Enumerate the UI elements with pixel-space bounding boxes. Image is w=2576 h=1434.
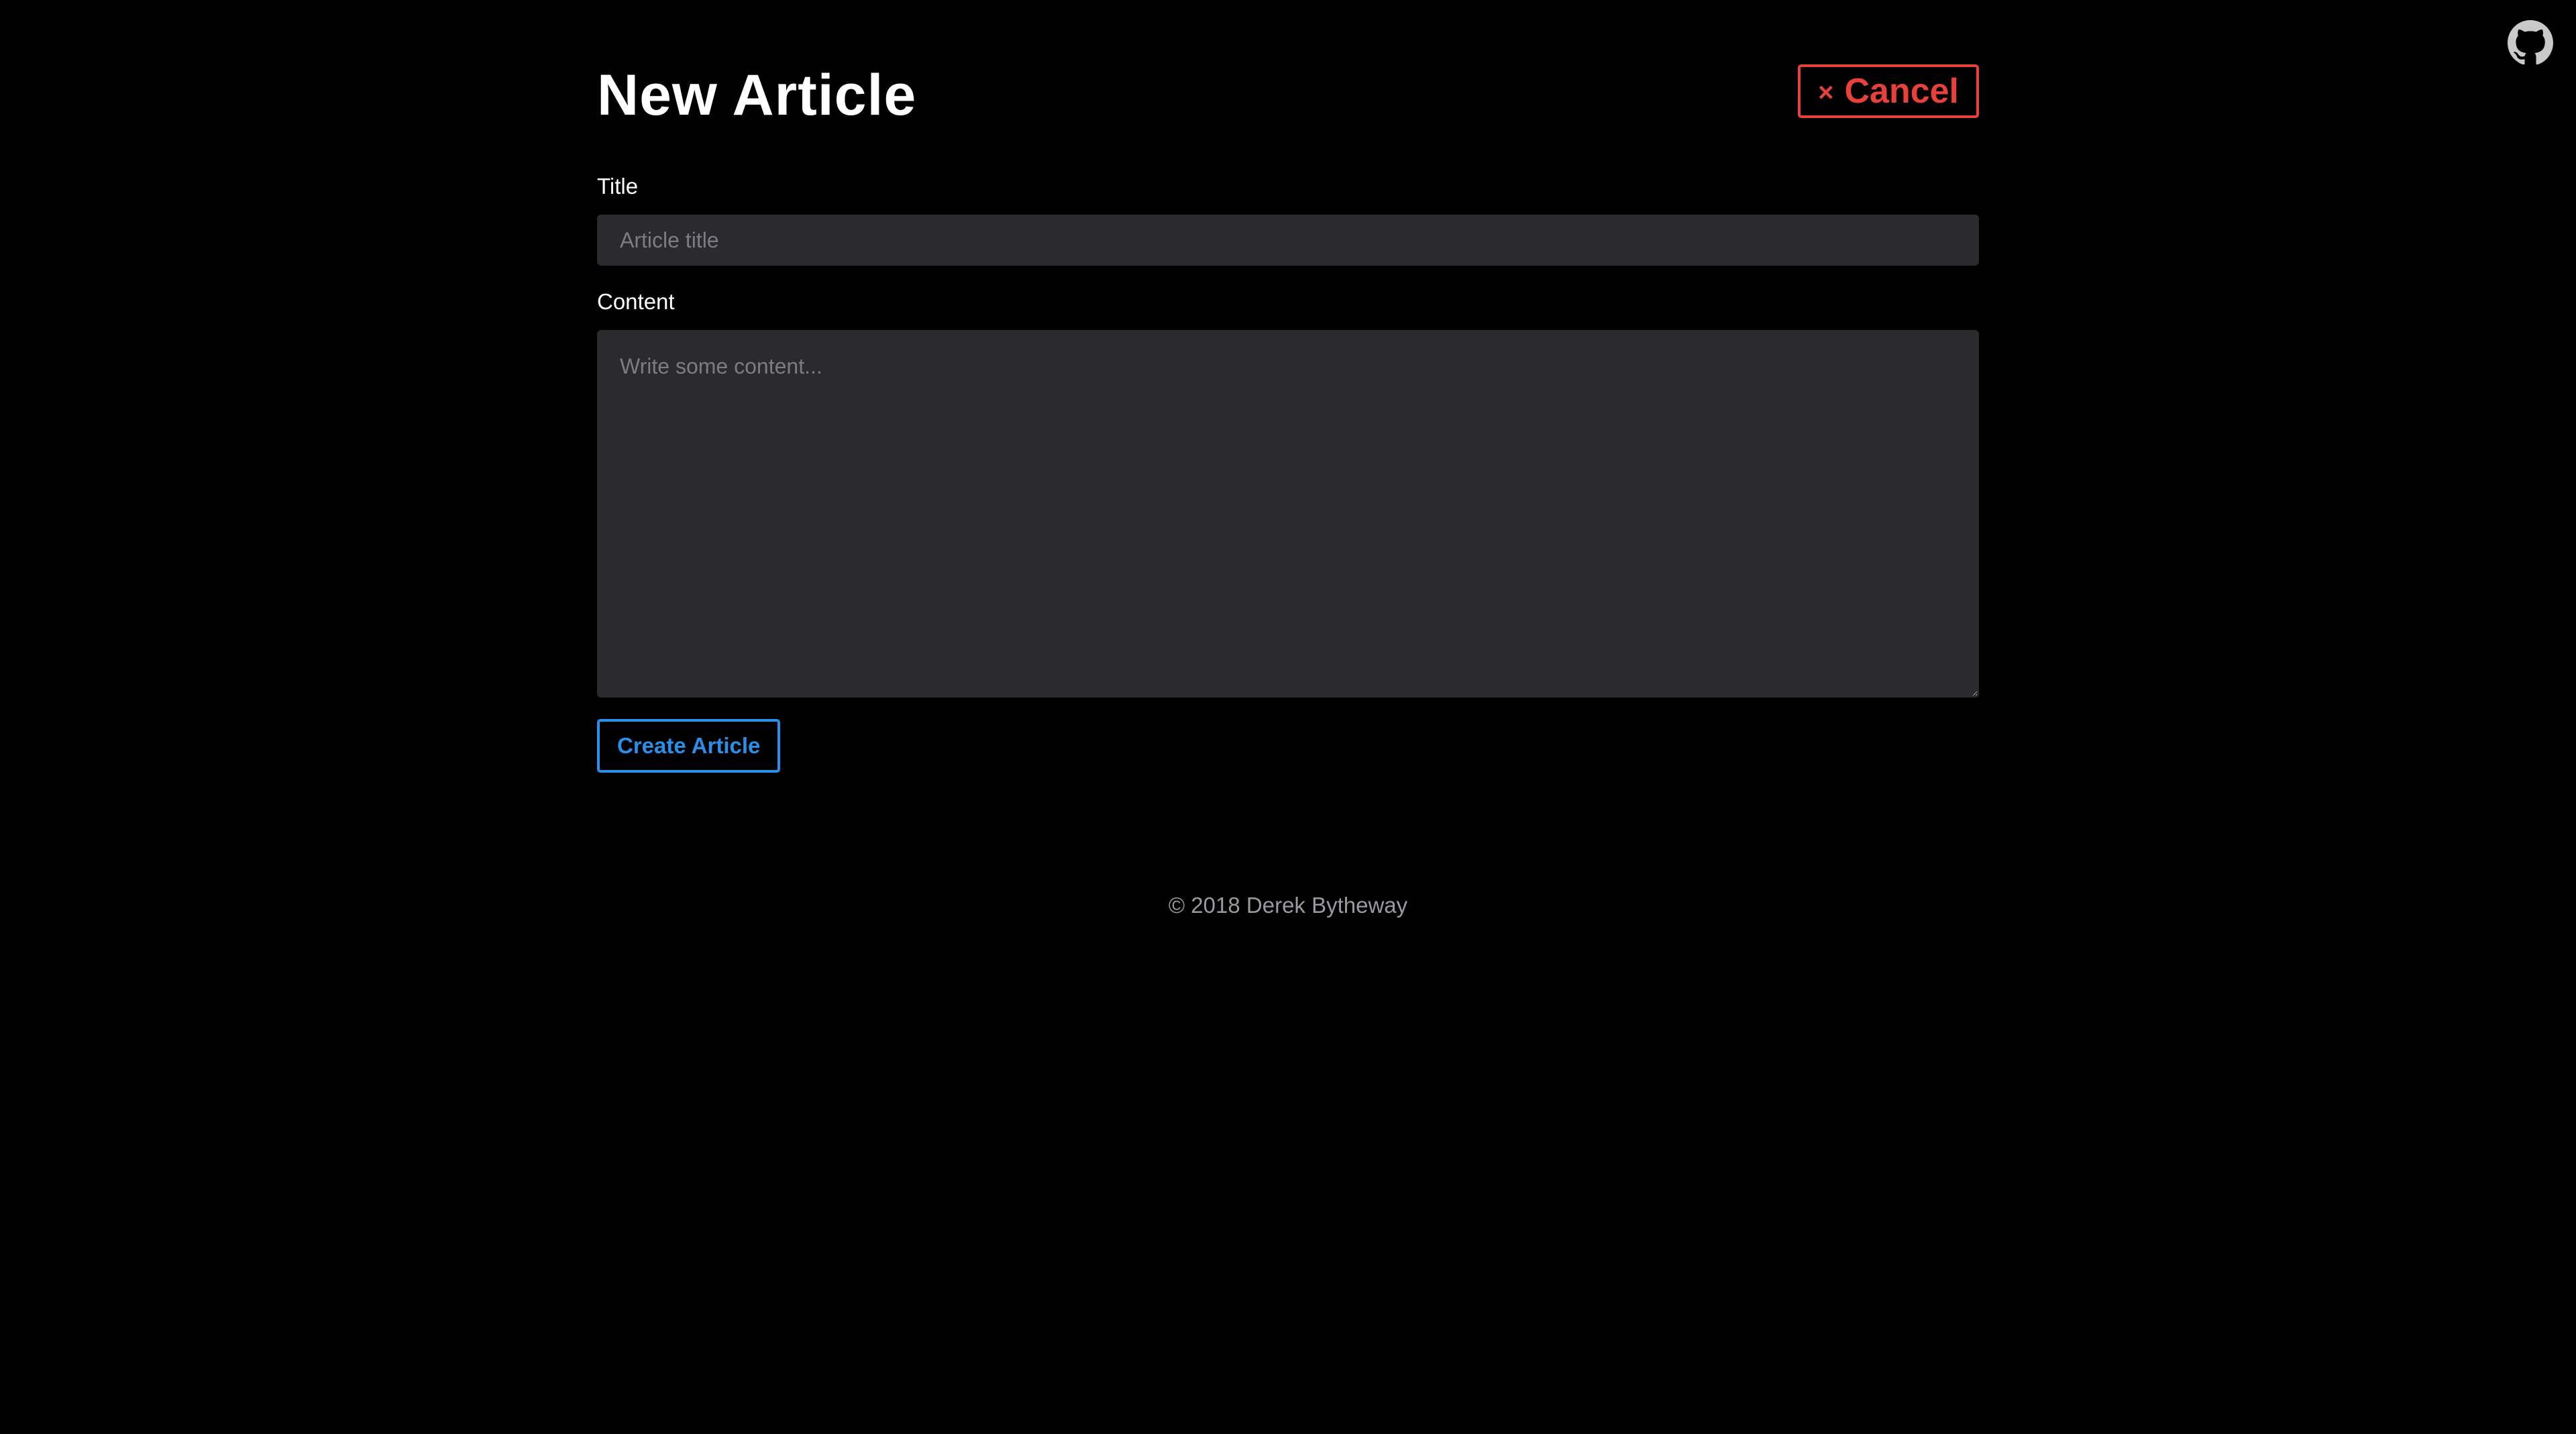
create-article-button[interactable]: Create Article [597, 719, 781, 773]
github-link[interactable] [2508, 20, 2553, 66]
cancel-button-label: Cancel [1844, 72, 1959, 111]
content-textarea[interactable] [597, 330, 1979, 698]
article-form-container: New Article × Cancel Title Content Creat… [597, 0, 1979, 773]
footer-copyright: © 2018 Derek Bytheway [1168, 893, 1408, 918]
page: New Article × Cancel Title Content Creat… [0, 0, 2576, 1434]
github-icon [2508, 20, 2553, 65]
header-row: New Article × Cancel [597, 0, 1979, 148]
page-title: New Article [597, 63, 917, 127]
title-input[interactable] [597, 215, 1979, 266]
cancel-button[interactable]: × Cancel [1798, 64, 1979, 118]
close-icon: × [1818, 78, 1834, 107]
title-label: Title [597, 174, 639, 199]
content-label: Content [597, 289, 675, 314]
